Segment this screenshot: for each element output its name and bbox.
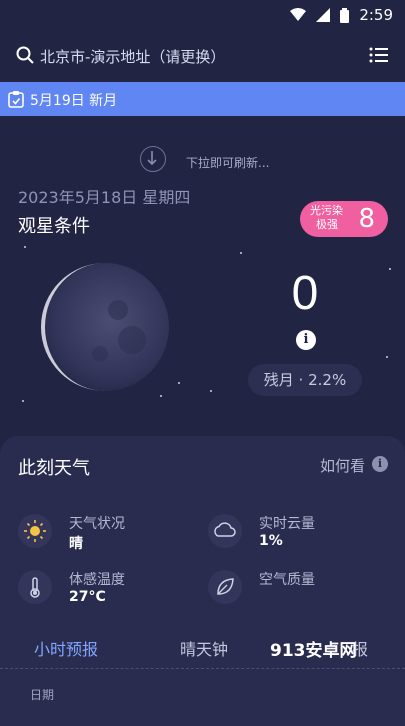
pull-refresh-hint: 下拉即可刷新... (0, 140, 405, 184)
stargazing-score: 0 (291, 267, 319, 320)
feels-like-value: 27°C (69, 589, 106, 605)
search-bar[interactable]: 北京市-演示地址（请更换） (0, 32, 405, 80)
how-to-read-link[interactable]: 如何看 (320, 455, 365, 476)
status-time: 2:59 (359, 6, 393, 24)
wifi-icon (290, 8, 307, 21)
status-bar: 2:59 (0, 0, 405, 32)
cloud-icon (208, 514, 242, 548)
stargazing-title: 观星条件 (18, 216, 90, 237)
cloud-cover-label: 实时云量 (259, 516, 315, 532)
lunar-date-banner[interactable]: 5月19日 新月 (0, 82, 405, 116)
light-pollution-badge[interactable]: 光污染 极强 8 (300, 201, 388, 237)
current-weather-panel: 此刻天气 如何看 i 天气状况 晴 实时云量 1% 体感温度 27°C 空气质量… (0, 436, 405, 726)
pull-refresh-text: 下拉即可刷新... (186, 156, 270, 170)
star (389, 268, 391, 270)
search-icon[interactable] (16, 46, 34, 64)
weather-condition-value: 晴 (69, 536, 83, 552)
list-menu-icon[interactable] (369, 45, 389, 65)
calendar-icon (8, 91, 24, 108)
light-pollution-level: 极强 (316, 218, 338, 231)
watermark: 913安卓网 (270, 641, 357, 661)
divider (0, 668, 405, 669)
signal-icon (316, 8, 331, 22)
air-quality-label: 空气质量 (259, 572, 315, 588)
light-pollution-label: 光污染 (310, 204, 343, 217)
arrow-down-icon (140, 146, 166, 172)
banner-text: 5月19日 新月 (30, 93, 118, 109)
tab-hourly-forecast[interactable]: 小时预报 (34, 636, 98, 660)
moon-icon (41, 263, 169, 391)
date-column-header: 日期 (30, 688, 55, 702)
star (386, 356, 388, 358)
moon-phase-pill: 残月 · 2.2% (248, 364, 362, 396)
current-weather-title: 此刻天气 (18, 458, 90, 479)
star (24, 246, 26, 248)
star (240, 252, 242, 254)
info-icon[interactable]: i (296, 330, 316, 350)
location-search-text[interactable]: 北京市-演示地址（请更换） (40, 46, 225, 67)
feels-like-label: 体感温度 (69, 572, 125, 588)
observation-date: 2023年5月18日 星期四 (18, 190, 191, 204)
star (160, 395, 162, 397)
cloud-cover-value: 1% (259, 533, 283, 549)
leaf-icon (208, 570, 242, 604)
star (178, 382, 180, 384)
info-icon[interactable]: i (372, 456, 388, 472)
tab-clear-sky-clock[interactable]: 晴天钟 (180, 636, 228, 660)
weather-condition-label: 天气状况 (69, 516, 125, 532)
star (22, 400, 24, 402)
light-pollution-value: 8 (358, 204, 375, 234)
battery-icon (340, 7, 350, 23)
thermometer-icon (18, 570, 52, 604)
sun-icon (18, 514, 52, 548)
star (210, 390, 212, 392)
